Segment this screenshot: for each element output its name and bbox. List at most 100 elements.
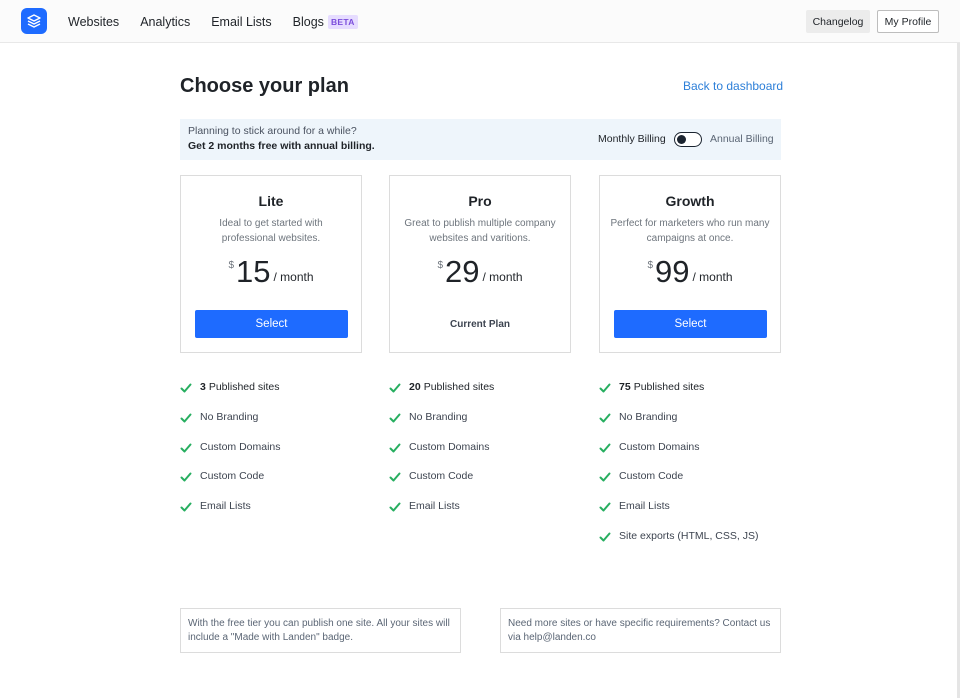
currency-symbol: $ <box>228 260 235 271</box>
feature-item: No Branding <box>599 411 758 441</box>
nav-blogs[interactable]: Blogs BETA <box>293 14 358 29</box>
feature-text: Custom Domains <box>619 440 700 453</box>
feature-text: No Branding <box>619 410 678 423</box>
back-to-dashboard-link[interactable]: Back to dashboard <box>683 79 783 93</box>
feature-text: Custom Code <box>619 470 684 483</box>
plan-description: Ideal to get started with professional w… <box>219 218 323 244</box>
feature-item: 20 Published sites <box>389 381 494 411</box>
check-icon <box>389 501 401 513</box>
check-icon <box>599 412 611 424</box>
top-navbar: Websites Analytics Email Lists Blogs BET… <box>0 0 960 43</box>
check-icon <box>599 531 611 543</box>
nav-email-lists[interactable]: Email Lists <box>211 15 271 29</box>
check-icon <box>180 382 192 394</box>
my-profile-button[interactable]: My Profile <box>877 10 939 33</box>
check-icon <box>389 382 401 394</box>
feature-count: 75 <box>619 381 631 393</box>
page-title: Choose your plan <box>180 75 349 97</box>
plan-description: Great to publish multiple company websit… <box>404 218 556 244</box>
feature-item: Email Lists <box>389 500 494 530</box>
feature-item: 3 Published sites <box>180 381 281 411</box>
check-icon <box>389 471 401 483</box>
feature-text: Custom Code <box>200 470 265 483</box>
currency-symbol: $ <box>647 260 654 271</box>
check-icon <box>180 501 192 513</box>
plan-card-growth: Growth Perfect for marketers who run man… <box>599 175 781 353</box>
feature-item: Custom Domains <box>180 441 281 471</box>
check-icon <box>599 471 611 483</box>
check-icon <box>180 412 192 424</box>
feature-list-lite: 3 Published sites No Branding Custom Domain… <box>180 381 281 530</box>
check-icon <box>180 442 192 454</box>
free-tier-note: With the free tier you can publish one s… <box>180 608 461 653</box>
feature-count: 20 <box>409 381 421 393</box>
feature-text: Custom Code <box>409 470 474 483</box>
monthly-billing-label[interactable]: Monthly Billing <box>598 133 666 145</box>
check-icon <box>389 412 401 424</box>
feature-item: Custom Domains <box>599 441 758 471</box>
contact-note: Need more sites or have specific require… <box>500 608 781 653</box>
select-lite-button[interactable]: Select <box>195 310 348 338</box>
layers-icon <box>27 14 41 28</box>
plan-name: Lite <box>258 193 284 209</box>
plan-description: Perfect for marketers who run many campa… <box>610 218 770 244</box>
billing-toggle[interactable] <box>674 132 702 147</box>
feature-item: Site exports (HTML, CSS, JS) <box>599 530 758 560</box>
plan-card-pro: Pro Great to publish multiple company we… <box>389 175 571 353</box>
feature-item: Custom Domains <box>389 441 494 471</box>
check-icon <box>180 471 192 483</box>
billing-banner: Planning to stick around for a while? Ge… <box>180 119 781 160</box>
current-plan-label: Current Plan <box>449 319 510 330</box>
plan-name: Growth <box>665 193 715 209</box>
feature-item: Custom Code <box>389 470 494 500</box>
feature-text: Custom Domains <box>200 440 281 453</box>
nav-analytics[interactable]: Analytics <box>140 15 190 29</box>
feature-item: Email Lists <box>180 500 281 530</box>
plan-price: $ 15 / month <box>181 256 361 288</box>
feature-text: Custom Domains <box>409 440 490 453</box>
plan-card-lite: Lite Ideal to get started with professio… <box>180 175 362 353</box>
feature-item: No Branding <box>180 411 281 441</box>
price-period: / month <box>273 270 314 284</box>
check-icon <box>599 382 611 394</box>
price-period: / month <box>692 270 733 284</box>
changelog-button[interactable]: Changelog <box>806 10 870 33</box>
price-period: / month <box>482 270 523 284</box>
feature-item: Custom Code <box>599 470 758 500</box>
plan-price: $ 29 / month <box>390 256 570 288</box>
feature-text: Published sites <box>208 381 280 393</box>
main-nav: Websites Analytics Email Lists Blogs BET… <box>68 0 379 43</box>
select-growth-button[interactable]: Select <box>614 310 767 338</box>
feature-item: 75 Published sites <box>599 381 758 411</box>
feature-list-growth: 75 Published sites No Branding Custom Domai… <box>599 381 758 560</box>
feature-text: No Branding <box>200 410 259 423</box>
feature-list-pro: 20 Published sites No Branding Custom Domai… <box>389 381 494 530</box>
annual-billing-label[interactable]: Annual Billing <box>710 133 774 145</box>
check-icon <box>599 442 611 454</box>
feature-text: Published sites <box>423 381 495 393</box>
plan-price: $ 99 / month <box>600 256 780 288</box>
feature-count: 3 <box>200 381 206 393</box>
plan-name: Pro <box>468 193 492 209</box>
banner-text: Planning to stick around for a while? <box>188 125 357 137</box>
feature-item: Custom Code <box>180 470 281 500</box>
feature-text: No Branding <box>409 410 468 423</box>
feature-text: Email Lists <box>200 500 251 513</box>
check-icon <box>599 501 611 513</box>
price-amount: 15 <box>236 254 271 289</box>
feature-item: No Branding <box>389 411 494 441</box>
landen-logo[interactable] <box>21 8 47 34</box>
price-amount: 99 <box>655 254 690 289</box>
toggle-knob <box>677 134 686 144</box>
feature-text: Email Lists <box>619 500 670 513</box>
currency-symbol: $ <box>437 260 444 271</box>
price-amount: 29 <box>445 254 480 289</box>
check-icon <box>389 442 401 454</box>
feature-item: Email Lists <box>599 500 758 530</box>
feature-text: Published sites <box>633 381 705 393</box>
nav-websites[interactable]: Websites <box>68 15 119 29</box>
beta-badge: BETA <box>327 14 358 29</box>
banner-offer: Get 2 months free with annual billing. <box>188 140 375 152</box>
feature-text: Email Lists <box>409 500 460 513</box>
feature-text: Site exports (HTML, CSS, JS) <box>619 529 759 542</box>
